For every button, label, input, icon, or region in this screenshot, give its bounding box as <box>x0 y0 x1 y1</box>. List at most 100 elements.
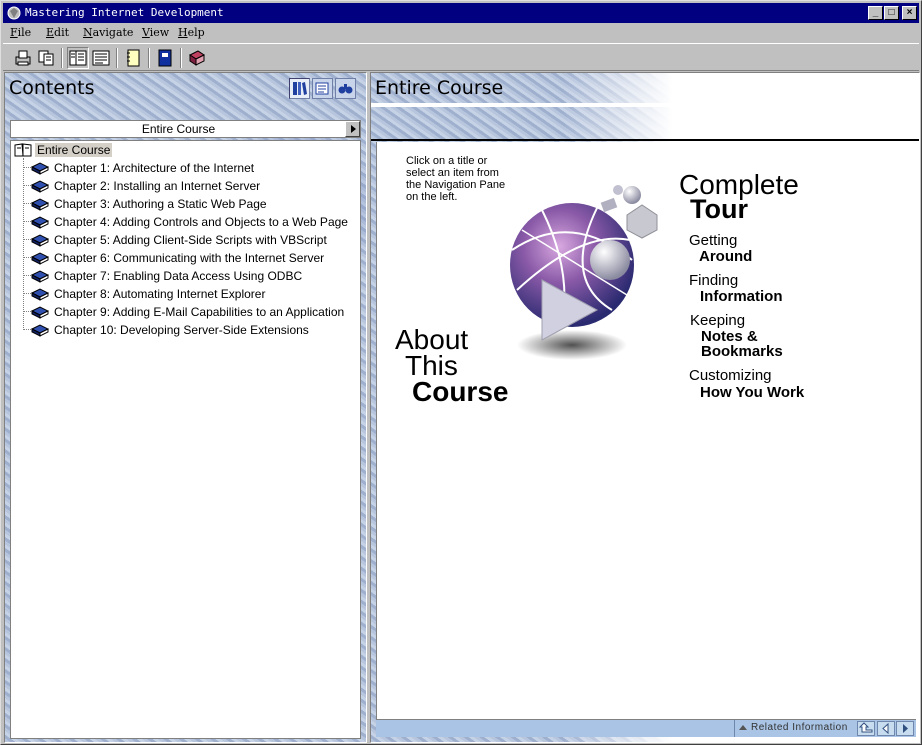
finding-information-bold[interactable]: Information <box>700 289 783 304</box>
menu-help[interactable]: Help <box>178 26 205 39</box>
customizing-light[interactable]: Customizing <box>689 368 772 383</box>
tree-item-chapter-6[interactable]: Chapter 6: Communicating with the Intern… <box>23 249 358 267</box>
contents-tab-button[interactable] <box>289 78 310 99</box>
book-button[interactable] <box>186 47 208 69</box>
menu-view-key: V <box>142 26 150 39</box>
contents-tree: Entire Course Chapter 1: Architecture of… <box>10 140 361 739</box>
tree-item-label: Chapter 7: Enabling Data Access Using OD… <box>54 269 303 283</box>
keeping-notes-light[interactable]: Keeping <box>690 313 745 328</box>
menu-file[interactable]: File <box>10 26 31 39</box>
tree-item-chapter-5[interactable]: Chapter 5: Adding Client-Side Scripts wi… <box>23 231 358 249</box>
contents-tab-icon <box>293 82 307 95</box>
tree-item-chapter-7[interactable]: Chapter 7: Enabling Data Access Using OD… <box>23 267 358 285</box>
closed-book-icon <box>31 198 49 211</box>
tree-root-label: Entire Course <box>35 143 113 157</box>
back-button[interactable] <box>877 721 895 736</box>
closed-book-icon <box>31 180 49 193</box>
maximize-icon: □ <box>888 7 895 18</box>
tree-branch <box>23 329 31 330</box>
closed-book-icon <box>31 252 49 265</box>
tree-item-chapter-10[interactable]: Chapter 10: Developing Server-Side Exten… <box>23 321 358 339</box>
copy-button[interactable] <box>35 47 57 69</box>
course-dropdown[interactable]: Entire Course <box>10 120 361 138</box>
print-icon <box>15 50 31 66</box>
text-pane-button[interactable] <box>90 47 112 69</box>
title-bar[interactable]: Mastering Internet Development _ □ × <box>3 3 919 23</box>
navigation-pane-icon <box>69 50 87 66</box>
tree-item-label: Chapter 10: Developing Server-Side Exten… <box>54 323 309 337</box>
tour-line-2[interactable]: Tour <box>690 196 748 223</box>
toolbar <box>3 43 919 71</box>
closed-book-icon <box>31 288 49 301</box>
maximize-button[interactable]: □ <box>884 6 899 20</box>
dropdown-arrow-icon[interactable] <box>345 121 360 137</box>
menu-navigate-rest: avigate <box>92 26 134 39</box>
about-line-3[interactable]: Course <box>412 378 508 406</box>
tree-item-label: Chapter 2: Installing an Internet Server <box>54 179 261 193</box>
closed-book-icon <box>31 324 49 337</box>
tree-item-chapter-2[interactable]: Chapter 2: Installing an Internet Server <box>23 177 358 195</box>
menu-edit[interactable]: Edit <box>46 26 69 39</box>
forward-icon <box>903 724 908 733</box>
closed-book-icon <box>31 306 49 319</box>
search-tab-button[interactable] <box>335 78 356 99</box>
menu-view[interactable]: View <box>142 26 169 39</box>
tree-branch <box>23 275 31 276</box>
minimize-button[interactable]: _ <box>868 6 883 20</box>
tree-branch <box>23 203 31 204</box>
back-icon <box>882 722 889 735</box>
close-button[interactable]: × <box>902 6 917 20</box>
tree-branch <box>23 257 31 258</box>
menu-navigate-key: N <box>83 26 93 39</box>
index-tab-icon <box>315 82 329 95</box>
bookmark-icon <box>158 49 172 67</box>
title-underline <box>371 103 919 107</box>
bookmark-button[interactable] <box>154 47 176 69</box>
forward-button[interactable] <box>896 721 914 736</box>
tree-item-chapter-8[interactable]: Chapter 8: Automating Internet Explorer <box>23 285 358 303</box>
tree-item-label: Chapter 5: Adding Client-Side Scripts wi… <box>54 233 327 247</box>
toolbar-separator <box>180 48 182 68</box>
tree-item-label: Chapter 6: Communicating with the Intern… <box>54 251 325 265</box>
tree-item-label: Chapter 1: Architecture of the Internet <box>54 161 255 175</box>
print-button[interactable] <box>12 47 34 69</box>
closed-book-icon <box>31 162 49 175</box>
navigation-pane: Contents Entire Course Entire Course Cha… <box>4 72 367 743</box>
close-icon: × <box>906 7 913 18</box>
up-button[interactable] <box>857 721 875 736</box>
globe-illustration <box>510 185 658 360</box>
open-book-icon <box>14 143 32 157</box>
tree-item-chapter-3[interactable]: Chapter 3: Authoring a Static Web Page <box>23 195 358 213</box>
content-divider <box>371 139 919 141</box>
menu-view-rest: iew <box>149 26 170 39</box>
course-splash: Click on a title or select an item from … <box>392 150 822 415</box>
finding-information-light[interactable]: Finding <box>689 273 738 288</box>
book-icon <box>189 50 205 66</box>
menu-help-key: H <box>178 26 188 39</box>
getting-around-bold[interactable]: Around <box>699 249 752 264</box>
copy-icon <box>38 50 54 66</box>
closed-book-icon <box>31 216 49 229</box>
window-title: Mastering Internet Development <box>25 6 224 19</box>
app-window: Mastering Internet Development _ □ × Fil… <box>0 0 922 745</box>
tree-branch <box>23 167 31 168</box>
tree-branch <box>23 311 31 312</box>
navigation-hint: Click on a title or select an item from … <box>406 155 506 203</box>
tree-item-chapter-1[interactable]: Chapter 1: Architecture of the Internet <box>23 159 358 177</box>
menu-bar: File Edit Navigate View Help <box>3 24 919 42</box>
related-information-button[interactable]: Related Information <box>734 720 854 737</box>
content-area: Click on a title or select an item from … <box>376 142 916 720</box>
customizing-bold[interactable]: How You Work <box>700 385 804 400</box>
getting-around-light[interactable]: Getting <box>689 233 737 248</box>
closed-book-icon <box>31 234 49 247</box>
index-tab-button[interactable] <box>312 78 333 99</box>
menu-navigate[interactable]: Navigate <box>83 26 133 39</box>
navigation-pane-button[interactable] <box>67 47 89 69</box>
tree-item-chapter-9[interactable]: Chapter 9: Adding E-Mail Capabilities to… <box>23 303 358 321</box>
keeping-bookmarks-bold[interactable]: Bookmarks <box>701 344 783 359</box>
closed-book-icon <box>31 270 49 283</box>
notes-button[interactable] <box>122 47 144 69</box>
tree-item-label: Chapter 3: Authoring a Static Web Page <box>54 197 267 211</box>
keeping-notes-bold[interactable]: Notes & <box>701 329 758 344</box>
tree-item-chapter-4[interactable]: Chapter 4: Adding Controls and Objects t… <box>23 213 358 231</box>
